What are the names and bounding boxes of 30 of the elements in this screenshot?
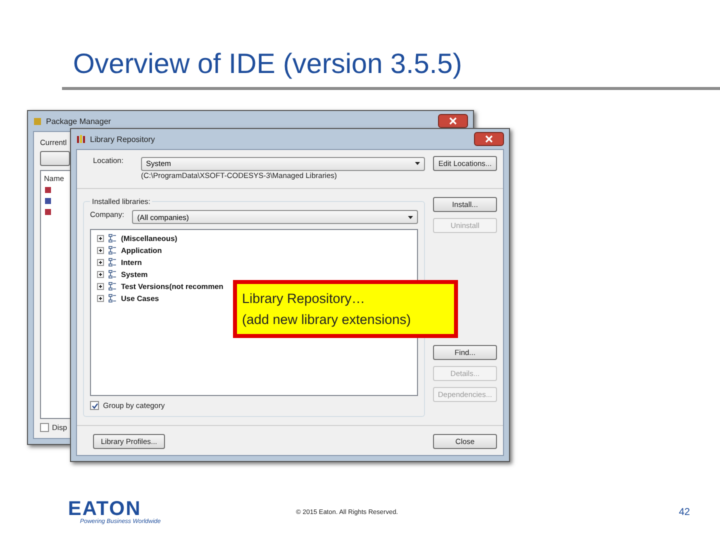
library-group-icon [108, 282, 117, 291]
library-group-icon [108, 294, 117, 303]
window-title: Library Repository [90, 134, 156, 144]
callout-text: (add new library extensions) [242, 312, 412, 327]
dropdown-caret-icon [408, 216, 413, 218]
expand-icon[interactable] [97, 283, 104, 290]
library-group-icon [108, 270, 117, 279]
checkbox[interactable] [90, 401, 99, 410]
window-title: Package Manager [46, 116, 112, 126]
expand-icon[interactable] [97, 259, 104, 266]
expand-icon[interactable] [97, 295, 104, 302]
books-icon [76, 134, 86, 144]
expand-icon[interactable] [97, 235, 104, 242]
close-icon [485, 135, 493, 143]
refresh-button[interactable] [40, 151, 70, 166]
slide-title: Overview of IDE (version 3.5.5) [73, 47, 464, 81]
callout-text: Library Repository… [242, 291, 366, 306]
library-group-icon [108, 234, 117, 243]
expand-icon[interactable] [97, 247, 104, 254]
package-icon [33, 116, 42, 126]
library-group-icon [108, 246, 117, 255]
close-icon [449, 117, 457, 125]
dropdown-caret-icon [415, 162, 420, 165]
library-group-icon [108, 258, 117, 267]
close-button[interactable] [438, 114, 468, 128]
page-number: 42 [678, 506, 690, 518]
checkbox[interactable] [40, 423, 49, 432]
expand-icon[interactable] [97, 271, 104, 278]
close-button[interactable] [474, 132, 504, 146]
company-logo: EATON [68, 499, 142, 519]
